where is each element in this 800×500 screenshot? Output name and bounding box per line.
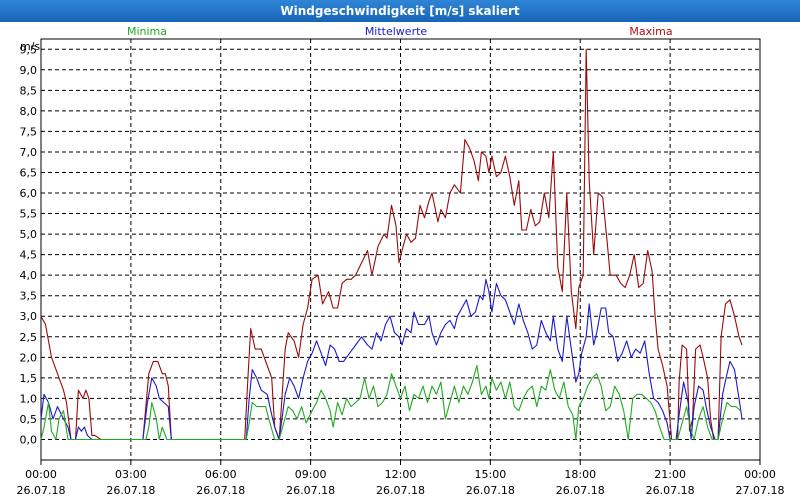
x-tick-time: 09:00 xyxy=(295,468,327,481)
x-tick-date: 26.07.18 xyxy=(466,484,515,497)
y-tick-label: 3,0 xyxy=(20,310,38,323)
x-tick-date: 26.07.18 xyxy=(196,484,245,497)
x-tick-time: 00:00 xyxy=(744,468,776,481)
y-tick-label: 1,5 xyxy=(20,372,38,385)
y-tick-label: 1,0 xyxy=(20,392,38,405)
x-tick-date: 26.07.18 xyxy=(556,484,605,497)
y-tick-label: 5,5 xyxy=(20,208,38,221)
y-tick-label: 4,0 xyxy=(20,269,38,282)
x-tick-time: 18:00 xyxy=(564,468,596,481)
y-tick-label: 9,0 xyxy=(20,64,38,77)
x-tick-date: 26.07.18 xyxy=(646,484,695,497)
y-tick-label: 4,5 xyxy=(20,249,38,262)
y-tick-label: 2,5 xyxy=(20,331,38,344)
y-tick-label: 6,5 xyxy=(20,166,38,179)
y-tick-label: 0,5 xyxy=(20,413,38,426)
y-tick-label: 2,0 xyxy=(20,351,38,364)
y-tick-label: 6,0 xyxy=(20,187,38,200)
legend-mittelwerte: Mittelwerte xyxy=(365,25,428,38)
chart-window: Windgeschwindigkeit [m/s] skaliert m/s 9,… xyxy=(0,0,800,500)
x-tick-time: 15:00 xyxy=(475,468,507,481)
x-tick-time: 12:00 xyxy=(385,468,417,481)
x-tick-time: 21:00 xyxy=(654,468,686,481)
y-tick-label: 3,5 xyxy=(20,290,38,303)
window-title: Windgeschwindigkeit [m/s] skaliert xyxy=(0,0,800,22)
wind-speed-chart: m/s9,59,08,58,07,57,06,56,05,55,04,54,03… xyxy=(17,25,785,497)
x-tick-date: 26.07.18 xyxy=(106,484,155,497)
legend-minima: Minima xyxy=(127,25,167,38)
x-tick-date: 26.07.18 xyxy=(17,484,66,497)
y-tick-label: 7,5 xyxy=(20,125,38,138)
y-tick-label: 7,0 xyxy=(20,146,38,159)
x-tick-time: 00:00 xyxy=(25,468,57,481)
y-tick-label: 8,0 xyxy=(20,105,38,118)
x-tick-date: 26.07.18 xyxy=(376,484,425,497)
y-tick-label: 8,5 xyxy=(20,84,38,97)
y-tick-label: 9,5 xyxy=(20,43,38,56)
x-tick-date: 27.07.18 xyxy=(736,484,785,497)
y-tick-label: 5,0 xyxy=(20,228,38,241)
x-tick-time: 06:00 xyxy=(205,468,237,481)
x-tick-date: 26.07.18 xyxy=(286,484,335,497)
y-tick-label: 0,0 xyxy=(20,433,38,446)
x-tick-time: 03:00 xyxy=(115,468,147,481)
legend-maxima: Maxima xyxy=(629,25,672,38)
